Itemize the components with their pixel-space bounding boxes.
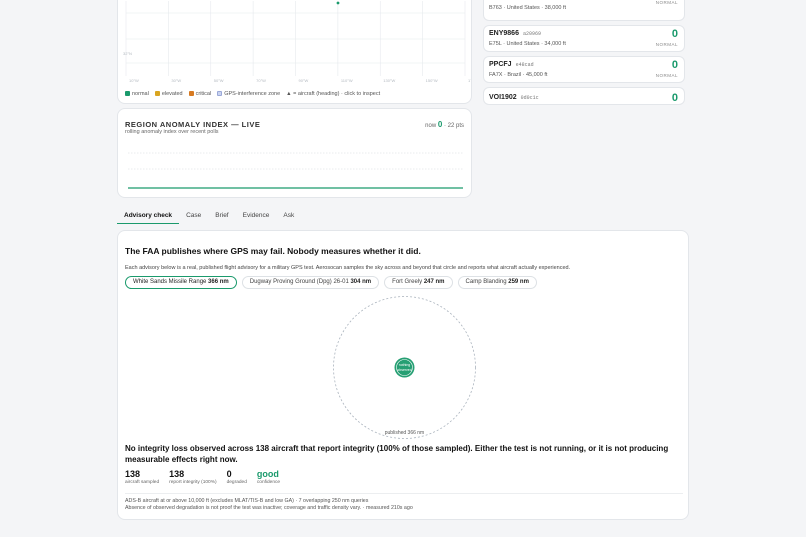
anomaly-subtitle: rolling anomaly index over recent polls [125, 129, 219, 135]
flight-card[interactable]: VOI19020d0c1c 0 NORMAL [483, 87, 685, 105]
stats-row: 138 aircraft sampled 138 report integrity (… [125, 469, 280, 485]
flight-card[interactable]: ENY9866 a20969 E75L · United States · 34,… [483, 25, 685, 52]
aircraft-marker[interactable] [336, 1, 340, 5]
verdict-text: No integrity loss observed across 138 ai… [125, 444, 669, 464]
lon-label: 10°W [129, 78, 139, 83]
anomaly-index-panel: REGION ANOMALY INDEX — LIVE rolling anom… [117, 108, 472, 198]
stat-label: aircraft sampled [125, 480, 160, 485]
advisory-option[interactable]: Dugway Proving Ground (Dpg) 26-01 304 nm [241, 276, 380, 289]
advisory-ring: nothing observed published 366 nm [333, 296, 476, 439]
map-grid[interactable]: 10°W 30°W 50°W 70°W 90°W 110°W 130°W 150°W 170°W… [118, 0, 472, 91]
tab-evidence[interactable]: Evidence [236, 207, 277, 224]
flight-meta: B763 · United States · 38,000 ft [489, 5, 567, 11]
pts-label: · 22 pts [443, 123, 464, 129]
stat-label: degraded [226, 480, 247, 485]
stat-value: good [256, 469, 279, 479]
now-label: now [425, 123, 437, 129]
flight-state: NORMAL [655, 42, 678, 47]
advisory-check-panel: The FAA publishes where GPS may fail. No… [117, 230, 689, 520]
legend-normal: normal [125, 91, 149, 97]
advisory-option[interactable]: Fort Greely 247 nm [384, 276, 453, 289]
flight-list: B763 · United States · 38,000 ft NORMAL E… [483, 0, 685, 105]
legend-elevated: elevated [154, 91, 183, 97]
stat-item: good confidence [257, 469, 280, 485]
flight-callsign: ENY9866 a20969 [489, 30, 541, 37]
flight-hex: 0d0c1c [520, 95, 539, 101]
advisory-option-name: Camp Blanding [465, 279, 507, 285]
map-legend: normal elevated critical GPS-interferenc… [125, 91, 380, 97]
tab-advisory-check[interactable]: Advisory check [117, 207, 180, 224]
tab-ask[interactable]: Ask [276, 207, 301, 224]
lon-label: 130°W [383, 78, 395, 83]
center-label-1: nothing [399, 363, 411, 367]
center-label-2: observed [397, 368, 411, 372]
tab-brief[interactable]: Brief [208, 207, 235, 224]
stat-value: 138 [169, 469, 185, 479]
legend-aircraft: ▲ = aircraft (heading) · click to inspec… [286, 91, 381, 97]
advisory-description: Each advisory below is a real, published… [125, 265, 571, 271]
tab-case[interactable]: Case [179, 207, 208, 224]
flight-score: 0 [671, 92, 678, 104]
flight-callsign: PPCFJ e48cad [489, 61, 534, 68]
flight-meta: FA7X · Brazil · 45,000 ft [489, 72, 548, 78]
flight-score: 0 [671, 28, 678, 40]
advisory-option[interactable]: Camp Blanding 259 nm [457, 276, 537, 289]
radius-label: published 366 nm [385, 430, 424, 436]
anomaly-now-readout: now 0 · 22 pts [425, 120, 464, 129]
flight-hex: e48cad [515, 62, 534, 68]
advisory-option-name: Dugway Proving Ground (Dpg) 26-01 [249, 279, 349, 285]
lon-label: 70°W [256, 78, 266, 83]
anomaly-title: REGION ANOMALY INDEX — LIVE [125, 120, 261, 129]
map-panel: 10°W 30°W 50°W 70°W 90°W 110°W 130°W 150°W 170°W… [117, 0, 472, 104]
lat-label: 32°N [123, 51, 132, 56]
anomaly-chart [128, 152, 463, 189]
flight-state: NORMAL [656, 104, 678, 105]
stat-label: confidence [256, 480, 281, 485]
now-value: 0 [437, 120, 443, 129]
stat-value: 0 [226, 469, 232, 479]
advisory-option[interactable]: White Sands Missile Range 366 nm [125, 276, 237, 289]
stat-item: 138 report integrity (100%) [169, 469, 216, 485]
lon-label: 110°W [341, 78, 353, 83]
legend-critical: critical [188, 91, 211, 97]
stat-item: 138 aircraft sampled [125, 469, 159, 485]
flight-hex: a20969 [522, 31, 541, 37]
advisory-option-name: White Sands Missile Range [133, 279, 207, 285]
tab-bar: Advisory check Case Brief Evidence Ask [117, 207, 301, 225]
flight-card[interactable]: PPCFJ e48cad FA7X · Brazil · 45,000 ft 0 … [483, 56, 685, 83]
divider [125, 493, 683, 494]
flight-meta: E75L · United States · 34,000 ft [489, 41, 566, 47]
legend-gps-zone: GPS-interference zone [217, 91, 280, 97]
lon-label: 30°W [171, 78, 181, 83]
lon-label: 170°W [468, 78, 472, 83]
advisory-option-distance: 259 nm [508, 279, 529, 285]
stat-label: report integrity (100%) [169, 480, 217, 485]
stat-item: 0 degraded [227, 469, 247, 485]
lon-label: 150°W [426, 78, 438, 83]
advisory-title: The FAA publishes where GPS may fail. No… [125, 246, 421, 256]
stat-value: 138 [125, 469, 141, 479]
flight-state: NORMAL [655, 73, 678, 78]
caveat-note: Absence of observed degradation is not p… [125, 505, 413, 511]
flight-callsign: VOI1902 0d0c1c [489, 94, 539, 101]
advisory-option-distance: 304 nm [350, 279, 372, 285]
advisory-option-name: Fort Greely [392, 279, 423, 285]
flight-score: 0 [671, 59, 678, 71]
lon-label: 50°W [214, 78, 224, 83]
methodology-note: ADS-B aircraft at or above 10,000 ft (ex… [125, 498, 369, 504]
flight-state: NORMAL [655, 0, 678, 5]
advisory-selector: White Sands Missile Range 366 nm Dugway P… [125, 276, 537, 289]
advisory-option-distance: 366 nm [208, 279, 229, 285]
advisory-option-distance: 247 nm [423, 279, 445, 285]
lon-label: 90°W [299, 78, 309, 83]
flight-card[interactable]: B763 · United States · 38,000 ft NORMAL [483, 0, 685, 21]
